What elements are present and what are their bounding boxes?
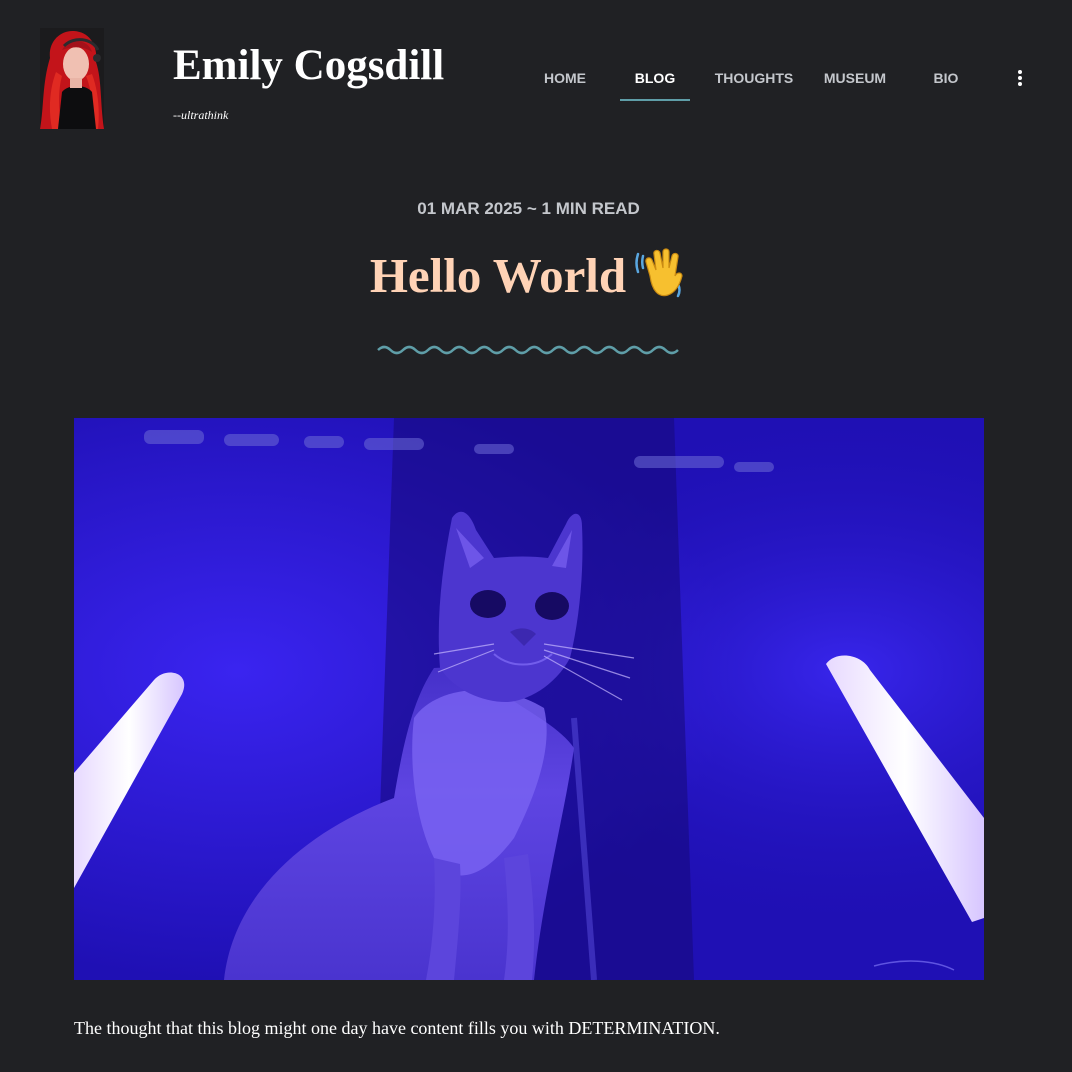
- post-body-paragraph: The thought that this blog might one day…: [74, 1018, 720, 1038]
- site-title[interactable]: Emily Cogsdill: [173, 40, 444, 92]
- post-title: Hello World: [0, 246, 1058, 305]
- post-meta: 01 MAR 2025 ~ 1 MIN READ: [417, 199, 640, 218]
- nav-item-home[interactable]: HOME: [531, 60, 599, 102]
- avatar[interactable]: [40, 28, 104, 129]
- nav-item-museum[interactable]: MUSEUM: [816, 60, 894, 102]
- more-menu-button[interactable]: [1004, 62, 1036, 94]
- kebab-menu-icon: [1018, 70, 1022, 86]
- post-title-text: Hello World: [369, 248, 627, 303]
- waving-hand-emoji: [635, 248, 683, 298]
- nav-item-blog[interactable]: BLOG: [620, 60, 690, 102]
- cat-photo: [74, 418, 984, 980]
- post-hero-image: [74, 418, 984, 980]
- nav-item-thoughts[interactable]: THOUGHTS: [709, 60, 799, 102]
- site-tagline: --ultrathink: [173, 108, 229, 122]
- nav-item-bio[interactable]: BIO: [918, 60, 974, 102]
- title-squiggle-divider: [377, 345, 679, 355]
- avatar-portrait-image: [40, 28, 104, 129]
